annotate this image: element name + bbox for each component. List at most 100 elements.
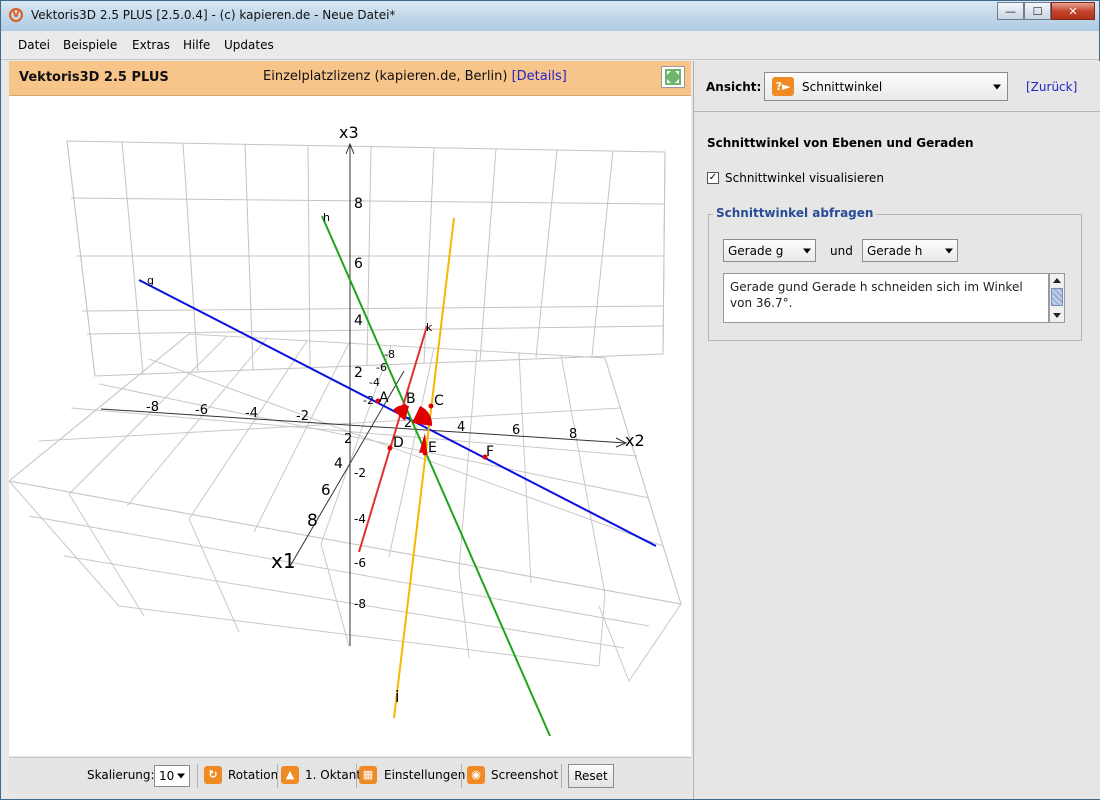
back-link[interactable]: [Zurück] xyxy=(1026,80,1077,94)
second-line-select[interactable]: Gerade h xyxy=(862,239,958,262)
settings-grid-icon: ▦ xyxy=(359,766,377,784)
expand-view-button[interactable] xyxy=(661,66,685,88)
chevron-down-icon xyxy=(803,248,811,253)
scale-select[interactable]: 10 xyxy=(154,765,190,787)
x3-tick: -6 xyxy=(354,556,366,570)
x3-tick: 4 xyxy=(354,313,363,329)
toolbar-separator xyxy=(561,764,562,788)
rotation-icon: ↻ xyxy=(204,766,222,784)
result-scrollbar[interactable] xyxy=(1049,273,1065,323)
title-bar[interactable]: V Vektoris3D 2.5 PLUS [2.5.0.4] - (c) ka… xyxy=(1,1,1099,31)
maximize-button[interactable]: ☐ xyxy=(1024,2,1051,20)
x1-tick: -4 xyxy=(369,376,380,389)
x1-tick: 2 xyxy=(344,432,352,447)
plot-3d: x3 x2 x1 -8 -6 -4 -2 2 4 6 8 8 6 4 2 -2 xyxy=(9,123,682,737)
close-icon: ✕ xyxy=(1068,4,1078,18)
rotation-button[interactable]: Rotation xyxy=(228,768,278,782)
menu-hilfe[interactable]: Hilfe xyxy=(183,38,210,52)
axis-label-x2: x2 xyxy=(625,431,645,450)
app-product-title: Vektoris3D 2.5 PLUS xyxy=(19,70,169,85)
angle-view-icon: ?► xyxy=(772,77,794,96)
application-window: V Vektoris3D 2.5 PLUS [2.5.0.4] - (c) ka… xyxy=(0,0,1100,800)
app-logo-icon: V xyxy=(9,8,23,22)
plot-header: Vektoris3D 2.5 PLUS Einzelplatzlizenz (k… xyxy=(9,61,691,96)
maximize-icon: ☐ xyxy=(1032,4,1043,18)
menu-extras[interactable]: Extras xyxy=(132,38,170,52)
plot-canvas[interactable]: x3 x2 x1 -8 -6 -4 -2 2 4 6 8 8 6 4 2 -2 xyxy=(9,96,691,756)
scroll-up-icon[interactable] xyxy=(1053,278,1061,283)
first-line-value: Gerade g xyxy=(728,244,784,258)
point-label: F xyxy=(486,444,494,460)
close-button[interactable]: ✕ xyxy=(1051,2,1095,20)
menu-updates[interactable]: Updates xyxy=(224,38,274,52)
x1-ticks: -8 -6 -4 -2 2 4 6 8 xyxy=(307,348,395,531)
screenshot-button[interactable]: Screenshot xyxy=(491,768,558,782)
view-selector-bar: Ansicht: ?► Schnittwinkel [Zurück] xyxy=(694,61,1100,112)
toolbar-separator xyxy=(461,764,462,788)
angle-query-group: Schnittwinkel abfragen Gerade g und Gera… xyxy=(708,206,1082,341)
x1-tick: 4 xyxy=(334,456,343,472)
point-label: A xyxy=(379,390,389,406)
octant-icon: ▲ xyxy=(281,766,299,784)
point-d[interactable] xyxy=(387,445,393,451)
x2-tick: -8 xyxy=(146,400,159,415)
scroll-thumb[interactable] xyxy=(1051,288,1063,306)
x2-tick: -6 xyxy=(195,403,208,418)
line-i[interactable] xyxy=(393,217,455,719)
grid-lower-plane xyxy=(9,480,682,683)
point-c[interactable] xyxy=(428,403,434,409)
point-label: B xyxy=(406,391,416,407)
window-controls: — ☐ ✕ xyxy=(997,2,1095,20)
x3-tick: 6 xyxy=(354,256,363,272)
settings-button[interactable]: Einstellungen xyxy=(384,768,465,782)
axis-label-x1: x1 xyxy=(271,549,296,573)
visualize-checkbox-row[interactable]: ✓ Schnittwinkel visualisieren xyxy=(707,171,884,185)
point-label: C xyxy=(434,393,444,409)
menu-datei[interactable]: Datei xyxy=(18,38,50,52)
x3-tick: 8 xyxy=(354,196,363,212)
camera-icon: ◉ xyxy=(467,766,485,784)
toolbar-separator xyxy=(197,764,198,788)
scroll-down-icon[interactable] xyxy=(1053,313,1061,318)
octant-button[interactable]: 1. Oktant xyxy=(305,768,361,782)
view-select[interactable]: ?► Schnittwinkel xyxy=(764,72,1008,101)
plot-toolbar: Skalierung: 10 ↻ Rotation ▲ 1. Oktant ▦ … xyxy=(9,757,691,794)
view-value: Schnittwinkel xyxy=(802,80,883,94)
right-panel: Ansicht: ?► Schnittwinkel [Zurück] Schni… xyxy=(693,61,1100,799)
license-text: Einzelplatzlizenz (kapieren.de, Berlin) xyxy=(263,69,508,84)
scale-value: 10 xyxy=(159,769,175,783)
details-link[interactable]: [Details] xyxy=(512,69,567,84)
visualize-checkbox[interactable]: ✓ xyxy=(707,172,719,184)
x1-tick: 8 xyxy=(307,511,318,531)
view-label: Ansicht: xyxy=(706,80,762,94)
x3-tick: -8 xyxy=(354,597,366,611)
reset-button[interactable]: Reset xyxy=(568,764,614,788)
second-line-value: Gerade h xyxy=(867,244,923,258)
point-label: E xyxy=(428,440,437,456)
minimize-icon: — xyxy=(1005,4,1016,18)
minimize-button[interactable]: — xyxy=(997,2,1024,20)
menu-beispiele[interactable]: Beispiele xyxy=(63,38,117,52)
and-label: und xyxy=(830,244,853,258)
scale-label: Skalierung: xyxy=(87,768,155,782)
chevron-down-icon xyxy=(993,84,1001,89)
point-e[interactable] xyxy=(422,450,428,456)
x1-tick: -6 xyxy=(376,361,387,374)
first-line-select[interactable]: Gerade g xyxy=(723,239,816,262)
x3-tick: -2 xyxy=(354,466,366,480)
x2-tick: 8 xyxy=(569,427,577,442)
x2-tick: -4 xyxy=(245,406,258,421)
toolbar-separator xyxy=(356,764,357,788)
expand-icon xyxy=(665,69,681,85)
group-title: Schnittwinkel abfragen xyxy=(713,206,877,220)
x3-tick: -4 xyxy=(354,512,366,526)
result-text: Gerade gund Gerade h schneiden sich im W… xyxy=(723,273,1049,323)
chevron-down-icon xyxy=(945,248,953,253)
x2-tick: 6 xyxy=(512,423,520,438)
visualize-label: Schnittwinkel visualisieren xyxy=(725,171,884,185)
window-title: Vektoris3D 2.5 PLUS [2.5.0.4] - (c) kapi… xyxy=(31,8,396,22)
line-label-g: g xyxy=(147,274,154,287)
license-info: Einzelplatzlizenz (kapieren.de, Berlin) … xyxy=(263,69,567,84)
x3-tick: 2 xyxy=(354,365,363,381)
x1-tick: 6 xyxy=(321,481,331,499)
